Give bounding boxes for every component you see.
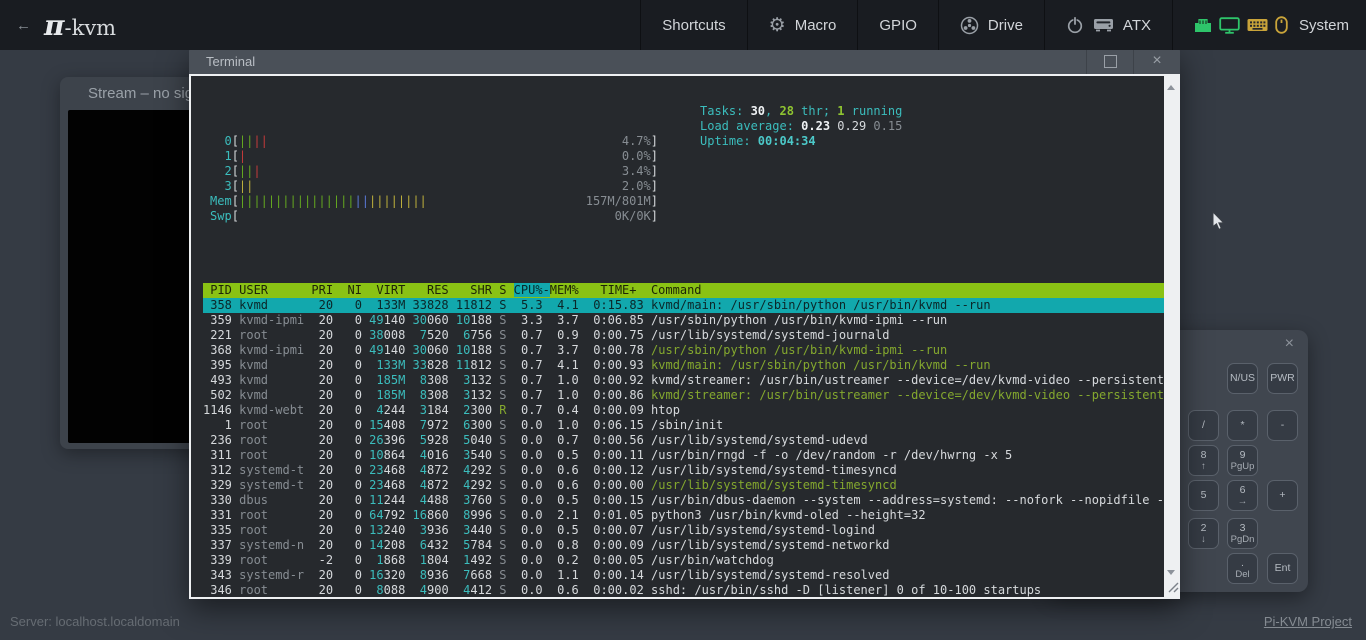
nav-label-drive: Drive <box>988 17 1023 34</box>
numpad-key-5[interactable]: 5 <box>1188 480 1219 511</box>
pikvm-logo[interactable]: π-kvm <box>44 9 116 42</box>
nav-item-atx[interactable]: ATX <box>1044 0 1172 50</box>
numpad-key-6[interactable]: 6→ <box>1227 480 1258 511</box>
meter-1: 1[|0.0%] <box>210 149 658 164</box>
logo-pi: π <box>44 9 65 42</box>
htop-output: 0[||||4.7%] 1[|0.0%] 2[|||3.4%] 3[||2.0%… <box>191 76 1164 597</box>
nav-label-gpio: GPIO <box>879 17 917 34</box>
numpad-key-ent[interactable]: Ent <box>1267 553 1298 584</box>
numpad-key-3[interactable]: 3PgDn <box>1227 518 1258 549</box>
psu-icon <box>1093 17 1114 33</box>
numpad-key-minus[interactable]: - <box>1267 410 1298 441</box>
info-line: Uptime: 00:04:34 <box>700 134 902 149</box>
meter-mem: Mem[||||||||||||||||||||||||||157M/801M] <box>210 194 658 209</box>
nav-item-macro[interactable]: ⚙ Macro <box>747 0 858 50</box>
numpad-key-9[interactable]: 9PgUp <box>1227 445 1258 476</box>
nav-label-atx: ATX <box>1123 17 1151 34</box>
nav-label-shortcuts: Shortcuts <box>662 17 725 34</box>
monitor-icon <box>1219 17 1240 34</box>
project-link[interactable]: Pi-KVM Project <box>1264 614 1352 629</box>
scroll-up-icon[interactable] <box>1167 85 1175 90</box>
terminal-titlebar[interactable]: Terminal × <box>189 48 1180 74</box>
process-row-1146[interactable]: 1146 kvmd-webt 20 0 4244 3184 2300 R 0.7… <box>203 403 1164 418</box>
process-row-346[interactable]: 346 root 20 0 8088 4900 4412 S 0.0 0.6 0… <box>203 583 1164 597</box>
nav-item-drive[interactable]: Drive <box>938 0 1044 50</box>
numpad-close-icon[interactable]: × <box>1285 335 1294 353</box>
process-row-335[interactable]: 335 root 20 0 13240 3936 3440 S 0.0 0.5 … <box>203 523 1164 538</box>
resize-handle[interactable] <box>1165 579 1179 598</box>
terminal-body: 0[||||4.7%] 1[|0.0%] 2[|||3.4%] 3[||2.0%… <box>189 74 1180 599</box>
process-row-312[interactable]: 312 systemd-t 20 0 23468 4872 4292 S 0.0… <box>203 463 1164 478</box>
numpad-key-plus[interactable]: + <box>1267 480 1298 511</box>
nav-item-shortcuts[interactable]: Shortcuts <box>640 0 746 50</box>
tasks-info: Tasks: 30, 28 thr; 1 runningLoad average… <box>700 104 902 149</box>
nav-left: ← π-kvm <box>0 0 116 50</box>
back-button[interactable]: ← <box>16 17 31 34</box>
nav-label-macro: Macro <box>795 17 837 34</box>
nav-item-gpio[interactable]: GPIO <box>857 0 938 50</box>
maximize-button[interactable] <box>1086 48 1133 74</box>
numpad-key-2[interactable]: 2↓ <box>1188 518 1219 549</box>
meter-2: 2[|||3.4%] <box>210 164 658 179</box>
drive-icon <box>960 16 979 35</box>
system-meters: 0[||||4.7%] 1[|0.0%] 2[|||3.4%] 3[||2.0%… <box>210 134 1164 224</box>
numpad-key-multiply[interactable]: * <box>1227 410 1258 441</box>
numpad-key-divide[interactable]: / <box>1188 410 1219 441</box>
process-row-236[interactable]: 236 root 20 0 26396 5928 5040 S 0.0 0.7 … <box>203 433 1164 448</box>
logo-rest: -kvm <box>65 16 117 40</box>
ethernet-icon <box>1194 17 1212 33</box>
numpad-key-pwr[interactable]: PWR <box>1267 363 1298 394</box>
mouse-cursor <box>1212 211 1226 236</box>
info-line: Tasks: 30, 28 thr; 1 running <box>700 104 902 119</box>
keyboard-icon <box>1247 18 1268 32</box>
gear-icon: ⚙ <box>769 16 786 35</box>
mouse-icon <box>1275 16 1288 34</box>
close-button[interactable]: × <box>1133 48 1180 74</box>
power-icon <box>1066 16 1084 34</box>
process-row-368[interactable]: 368 kvmd-ipmi 20 0 49140 30060 10188 S 0… <box>203 343 1164 358</box>
process-row-358[interactable]: 358 kvmd 20 0 133M 33828 11812 S 5.3 4.1… <box>203 298 1164 313</box>
maximize-icon <box>1104 55 1117 68</box>
process-row-221[interactable]: 221 root 20 0 38008 7520 6756 S 0.7 0.9 … <box>203 328 1164 343</box>
process-row-395[interactable]: 395 kvmd 20 0 133M 33828 11812 S 0.7 4.1… <box>203 358 1164 373</box>
process-row-311[interactable]: 311 root 20 0 10864 4016 3540 S 0.0 0.5 … <box>203 448 1164 463</box>
process-list: 358 kvmd 20 0 133M 33828 11812 S 5.3 4.1… <box>203 298 1164 597</box>
meter-3: 3[||2.0%] <box>210 179 658 194</box>
meter-0: 0[||||4.7%] <box>210 134 658 149</box>
process-row-330[interactable]: 330 dbus 20 0 11244 4488 3760 S 0.0 0.5 … <box>203 493 1164 508</box>
top-nav: ← π-kvm Shortcuts ⚙ Macro GPIO Drive <box>0 0 1366 50</box>
scroll-down-icon[interactable] <box>1167 570 1175 575</box>
process-row-337[interactable]: 337 systemd-n 20 0 14208 6432 5784 S 0.0… <box>203 538 1164 553</box>
process-row-493[interactable]: 493 kvmd 20 0 185M 8308 3132 S 0.7 1.0 0… <box>203 373 1164 388</box>
terminal-window: Terminal × 0[||||4.7%] 1[|0.0%] 2[|||3.4… <box>189 48 1180 599</box>
nav-item-system[interactable]: System <box>1172 0 1366 50</box>
status-icons <box>1194 16 1288 34</box>
sort-column-cpu[interactable]: CPU%- <box>514 283 550 297</box>
nav-label-system: System <box>1299 17 1349 34</box>
terminal-title: Terminal <box>189 54 1086 69</box>
info-line: Load average: 0.23 0.29 0.15 <box>700 119 902 134</box>
process-row-329[interactable]: 329 systemd-t 20 0 23468 4872 4292 S 0.0… <box>203 478 1164 493</box>
numpad-key-decimal[interactable]: .Del <box>1227 553 1258 584</box>
process-row-359[interactable]: 359 kvmd-ipmi 20 0 49140 30060 10188 S 3… <box>203 313 1164 328</box>
process-row-502[interactable]: 502 kvmd 20 0 185M 8308 3132 S 0.7 1.0 0… <box>203 388 1164 403</box>
scrollbar[interactable] <box>1164 76 1178 597</box>
close-icon: × <box>1152 53 1161 69</box>
process-row-343[interactable]: 343 systemd-r 20 0 16320 8936 7668 S 0.0… <box>203 568 1164 583</box>
htop-meters-block: 0[||||4.7%] 1[|0.0%] 2[|||3.4%] 3[||2.0%… <box>210 104 1164 269</box>
server-label: Server: localhost.localdomain <box>10 614 180 629</box>
meter-swp: Swp[0K/0K] <box>210 209 658 224</box>
process-table-header[interactable]: PID USER PRI NI VIRT RES SHR S CPU%-MEM%… <box>203 283 1164 298</box>
process-row-331[interactable]: 331 root 20 0 64792 16860 8996 S 0.0 2.1… <box>203 508 1164 523</box>
process-row-1[interactable]: 1 root 20 0 15408 7972 6300 S 0.0 1.0 0:… <box>203 418 1164 433</box>
nav-menu: Shortcuts ⚙ Macro GPIO Drive ATX <box>640 0 1366 50</box>
numpad-key-8[interactable]: 8↑ <box>1188 445 1219 476</box>
process-row-339[interactable]: 339 root -2 0 1868 1804 1492 S 0.0 0.2 0… <box>203 553 1164 568</box>
numpad-key-n-us[interactable]: N/US <box>1227 363 1258 394</box>
